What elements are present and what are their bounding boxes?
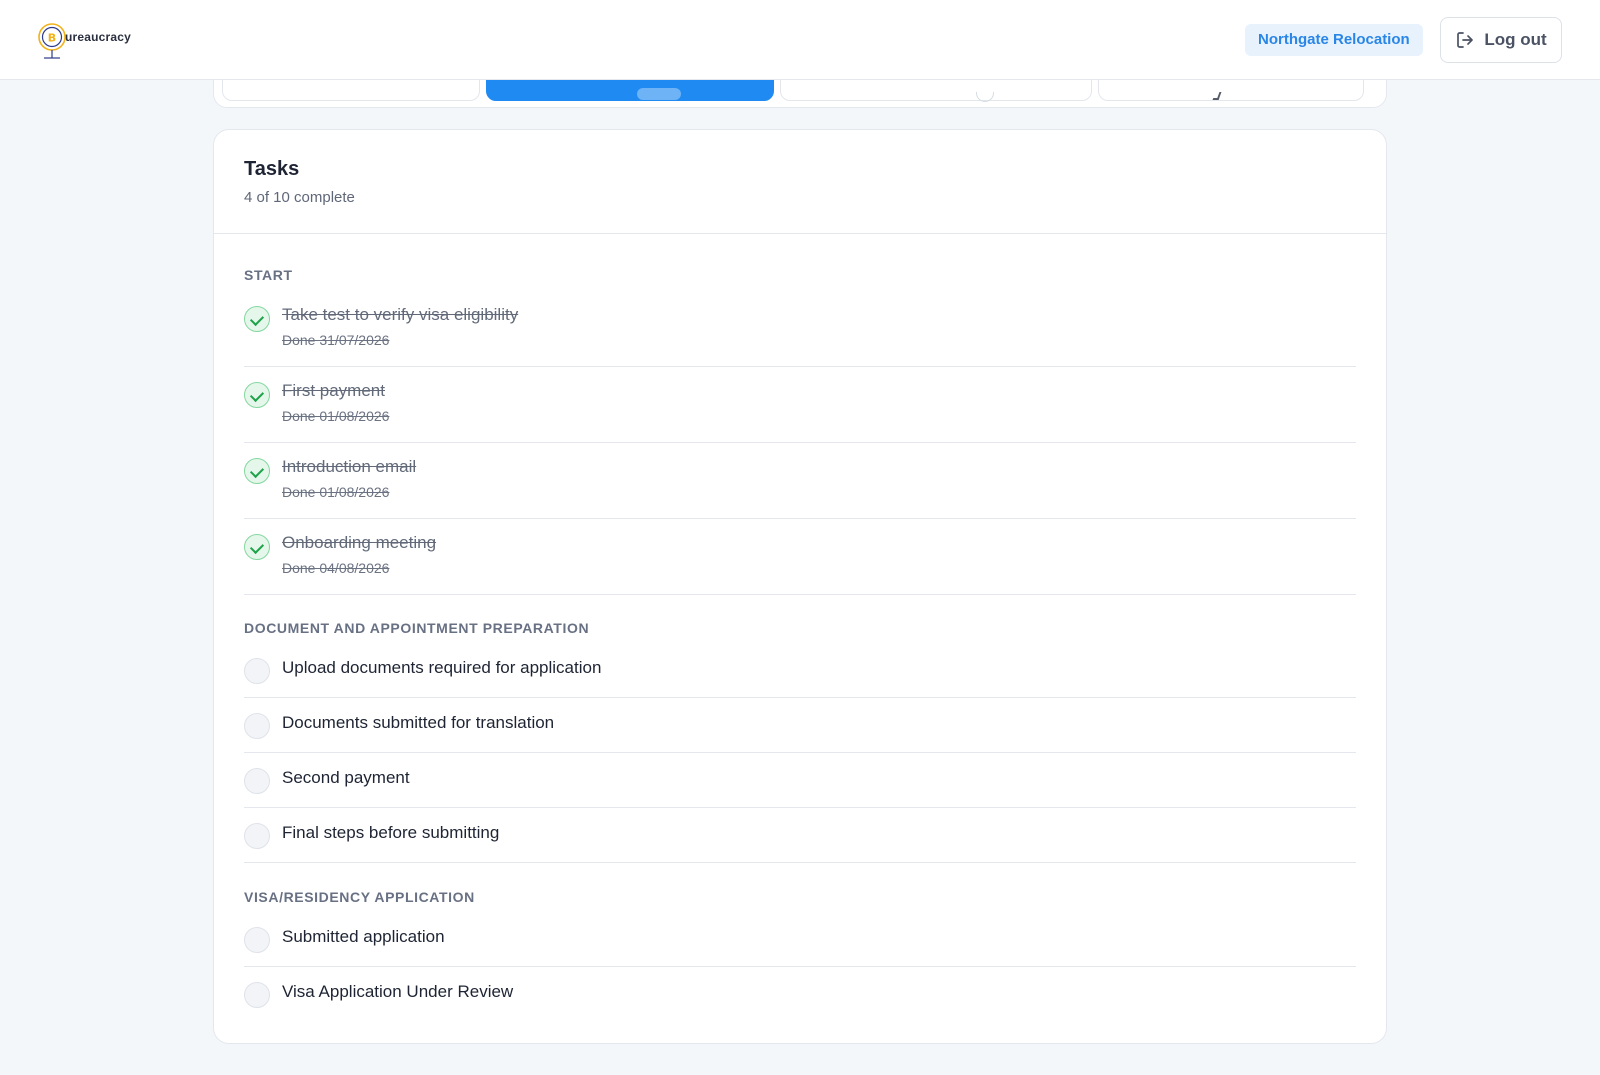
tasks-card-header: Tasks 4 of 10 complete — [214, 130, 1386, 234]
task-incomplete-circle-icon[interactable] — [244, 713, 270, 739]
logo-text: ureaucracy — [65, 30, 132, 44]
top-header: B ureaucracy Northgate Relocation Log ou… — [0, 0, 1600, 80]
task-row[interactable]: Take test to verify visa eligibility Don… — [244, 291, 1356, 367]
tasks-list: START Take test to verify visa eligibili… — [214, 267, 1386, 1022]
section-title-start: START — [244, 267, 293, 283]
tab-label-fragment — [1212, 92, 1222, 100]
task-row[interactable]: Visa Application Under Review — [244, 967, 1356, 1022]
task-row[interactable]: Second payment — [244, 753, 1356, 808]
logout-label: Log out — [1484, 30, 1547, 49]
tab-count-pill — [637, 88, 681, 100]
task-title: Documents submitted for translation — [282, 713, 555, 732]
task-incomplete-circle-icon[interactable] — [244, 927, 270, 953]
organization-badge: Northgate Relocation — [1245, 24, 1423, 56]
task-incomplete-circle-icon[interactable] — [244, 768, 270, 794]
task-title: Final steps before submitting — [282, 823, 500, 842]
task-incomplete-circle-icon[interactable] — [244, 823, 270, 849]
task-row[interactable]: Final steps before submitting — [244, 808, 1356, 863]
tasks-title: Tasks — [244, 158, 300, 180]
task-complete-check-icon[interactable] — [244, 382, 270, 408]
task-row[interactable]: Submitted application — [244, 912, 1356, 967]
logout-icon — [1457, 32, 1474, 48]
logout-button[interactable]: Log out — [1440, 17, 1562, 63]
svg-text:B: B — [48, 32, 56, 45]
task-complete-check-icon[interactable] — [244, 306, 270, 332]
task-title: Upload documents required for applicatio… — [282, 658, 602, 677]
task-complete-check-icon[interactable] — [244, 458, 270, 484]
task-complete-check-icon[interactable] — [244, 534, 270, 560]
task-row[interactable]: Introduction email Done 01/08/2026 — [244, 443, 1356, 519]
task-title: Visa Application Under Review — [282, 982, 514, 1001]
tasks-card: Tasks 4 of 10 complete START Take test t… — [213, 129, 1387, 1044]
task-row[interactable]: Documents submitted for translation — [244, 698, 1356, 753]
tasks-summary: 4 of 10 complete — [244, 189, 355, 206]
task-title: Second payment — [282, 768, 410, 787]
task-title: Onboarding meeting — [282, 533, 437, 552]
task-row[interactable]: Onboarding meeting Done 04/08/2026 — [244, 519, 1356, 595]
section-title-document-preparation: DOCUMENT AND APPOINTMENT PREPARATION — [244, 620, 590, 636]
bureaucracy-logo[interactable]: B ureaucracy — [36, 18, 131, 62]
tab-icon — [976, 92, 994, 102]
task-title: Take test to verify visa eligibility — [282, 305, 519, 324]
task-title: Introduction email — [282, 457, 417, 476]
task-incomplete-circle-icon[interactable] — [244, 658, 270, 684]
section-title-visa-application: VISA/RESIDENCY APPLICATION — [244, 889, 475, 905]
task-incomplete-circle-icon[interactable] — [244, 982, 270, 1008]
task-title: First payment — [282, 381, 385, 400]
task-row[interactable]: Upload documents required for applicatio… — [244, 643, 1356, 698]
task-done-date: Done 01/08/2026 — [282, 408, 390, 424]
task-done-date: Done 31/07/2026 — [282, 332, 390, 348]
task-row[interactable]: First payment Done 01/08/2026 — [244, 367, 1356, 443]
task-done-date: Done 01/08/2026 — [282, 484, 390, 500]
task-title: Submitted application — [282, 927, 445, 946]
task-done-date: Done 04/08/2026 — [282, 560, 390, 576]
logo-globe-icon: B — [38, 23, 66, 59]
